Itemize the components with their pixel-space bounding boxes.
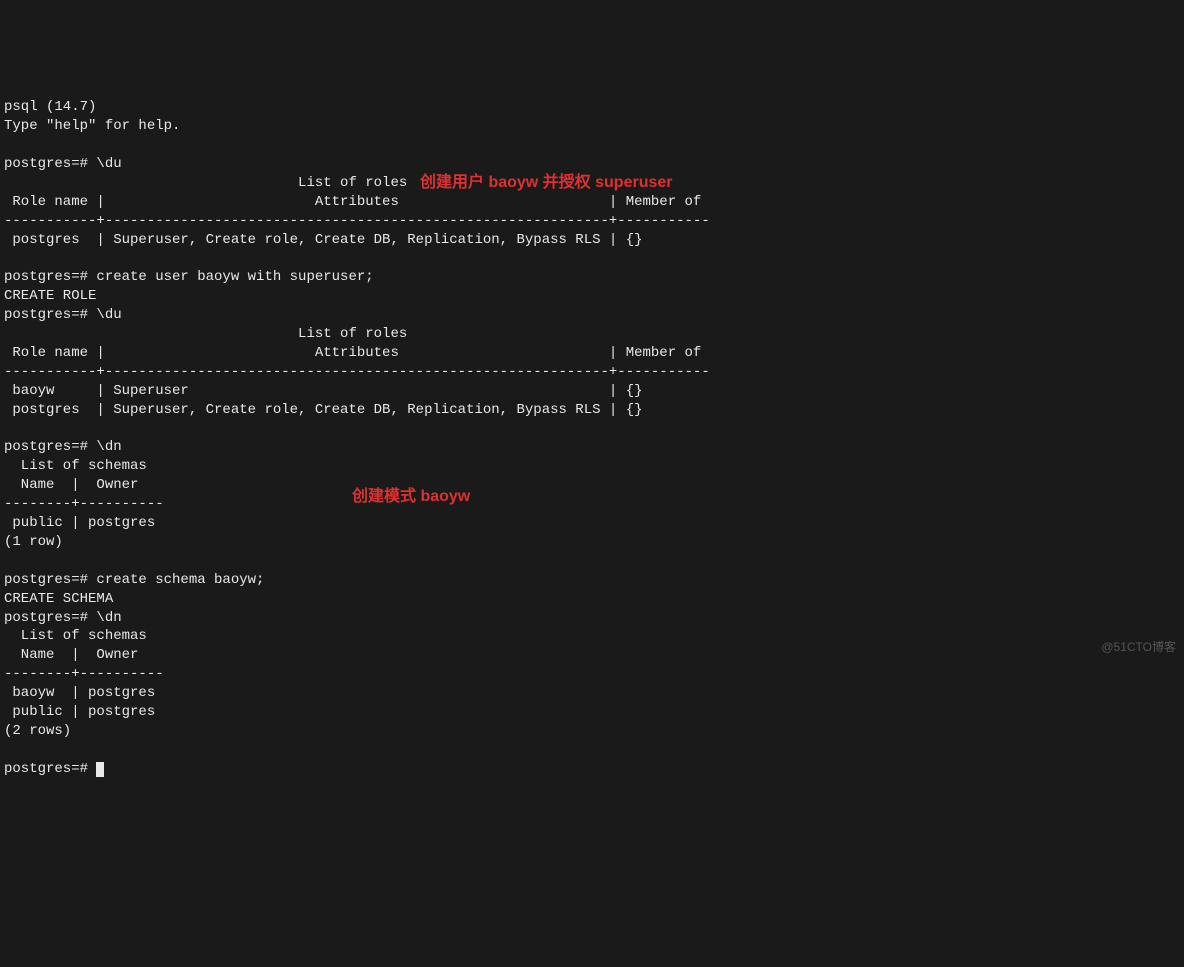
result-create-role: CREATE ROLE bbox=[4, 288, 96, 304]
roles-header-2: Role name | Attributes | Member of bbox=[4, 345, 710, 361]
schemas-row-public-2: public | postgres bbox=[4, 704, 155, 720]
help-hint: Type "help" for help. bbox=[4, 118, 180, 134]
result-create-schema: CREATE SCHEMA bbox=[4, 591, 113, 607]
roles-header-1: Role name | Attributes | Member of bbox=[4, 194, 710, 210]
prompt-dn-1: postgres=# \dn bbox=[4, 439, 122, 455]
schemas-sep-2: --------+---------- bbox=[4, 666, 164, 682]
cursor-icon bbox=[96, 762, 104, 777]
schemas-title-1: List of schemas bbox=[4, 458, 147, 474]
roles-row-postgres-2: postgres | Superuser, Create role, Creat… bbox=[4, 402, 643, 418]
roles-sep-1: -----------+----------------------------… bbox=[4, 213, 710, 229]
schemas-title-2: List of schemas bbox=[4, 628, 147, 644]
roles-row-baoyw: baoyw | Superuser | {} bbox=[4, 383, 643, 399]
watermark: @51CTO博客 bbox=[1101, 639, 1176, 655]
schemas-row-baoyw: baoyw | postgres bbox=[4, 685, 155, 701]
prompt-dn-2: postgres=# \dn bbox=[4, 610, 122, 626]
roles-row-postgres-1: postgres | Superuser, Create role, Creat… bbox=[4, 232, 643, 248]
schemas-row-public-1: public | postgres bbox=[4, 515, 155, 531]
roles-title-2: List of roles bbox=[4, 326, 407, 342]
prompt-create-user: postgres=# create user baoyw with superu… bbox=[4, 269, 374, 285]
final-prompt[interactable]: postgres=# bbox=[4, 761, 96, 777]
roles-sep-2: -----------+----------------------------… bbox=[4, 364, 710, 380]
schemas-header-1: Name | Owner bbox=[4, 477, 164, 493]
schemas-sep-1: --------+---------- bbox=[4, 496, 164, 512]
prompt-du-1: postgres=# \du bbox=[4, 156, 122, 172]
prompt-du-2: postgres=# \du bbox=[4, 307, 122, 323]
annotation-create-schema: 创建模式 baoyw bbox=[352, 486, 470, 508]
roles-title-1: List of roles bbox=[4, 175, 407, 191]
prompt-create-schema: postgres=# create schema baoyw; bbox=[4, 572, 264, 588]
annotation-create-user: 创建用户 baoyw 并授权 superuser bbox=[420, 172, 673, 194]
schemas-count-2: (2 rows) bbox=[4, 723, 71, 739]
schemas-count-1: (1 row) bbox=[4, 534, 63, 550]
psql-version: psql (14.7) bbox=[4, 99, 96, 115]
